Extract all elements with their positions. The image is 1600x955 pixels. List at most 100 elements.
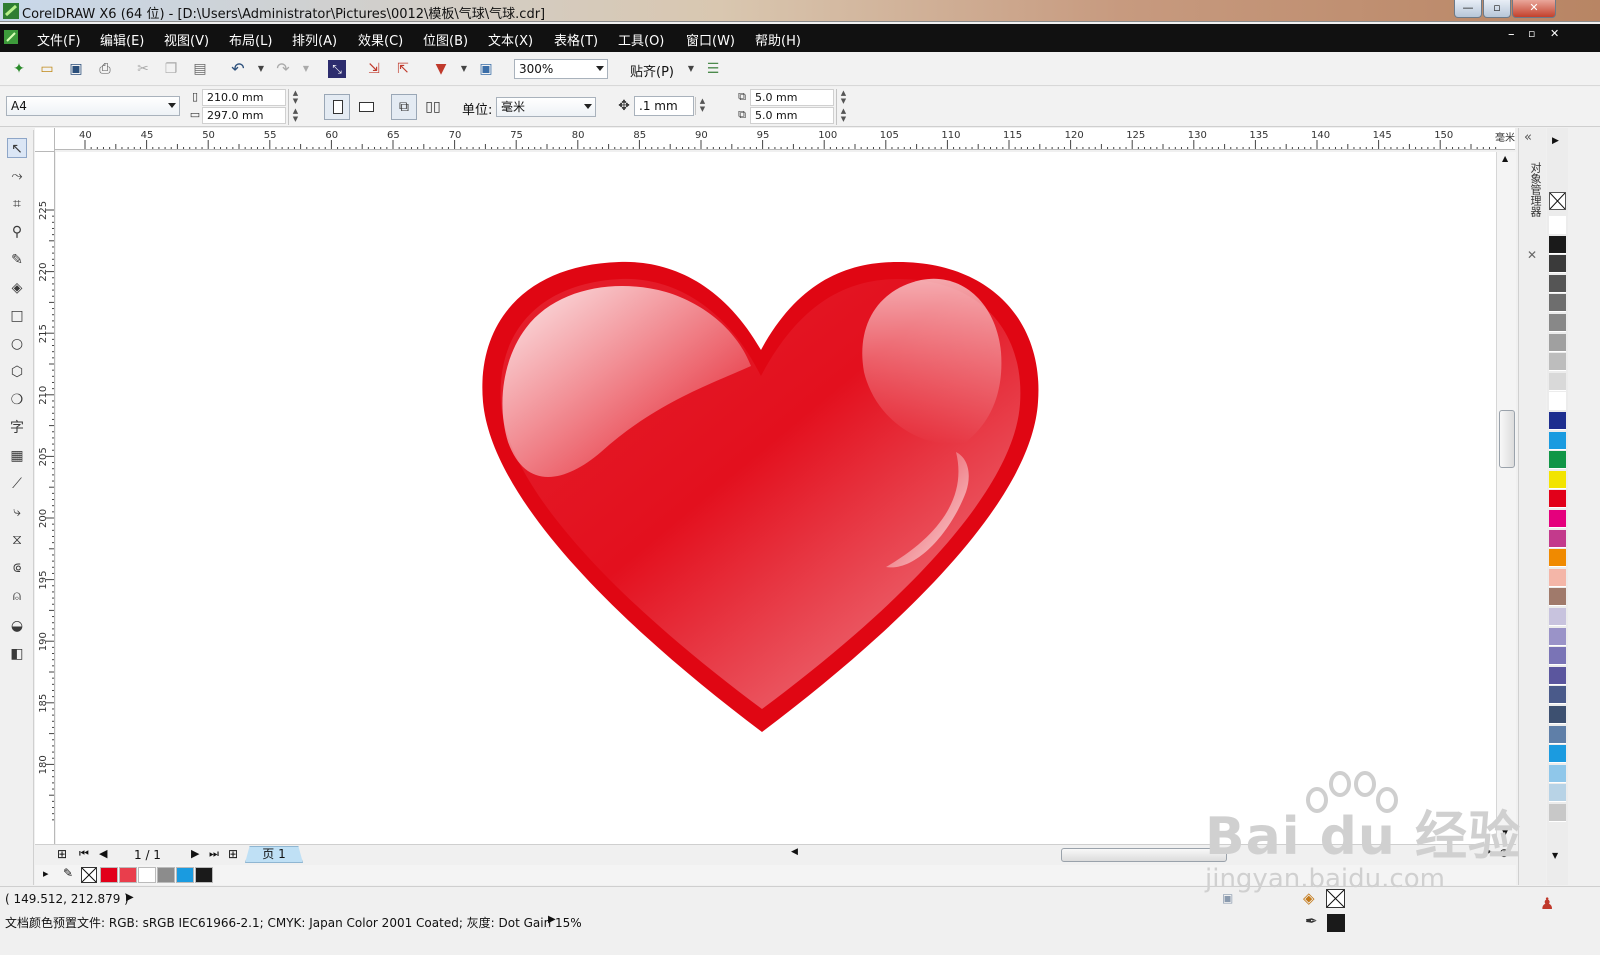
zoom-level-select[interactable]: 300%: [514, 59, 608, 79]
shape-tool-icon[interactable]: ⤳: [7, 166, 27, 186]
palette-scroll-right-icon[interactable]: ▶: [1552, 136, 1559, 146]
freehand-tool-icon[interactable]: ✎: [7, 250, 27, 270]
current-page-icon[interactable]: ▯▯: [424, 98, 442, 116]
redo-icon[interactable]: ↷: [274, 60, 292, 78]
redo-dropdown-icon[interactable]: ▼: [297, 60, 315, 78]
menu-window[interactable]: 窗口(W): [686, 30, 735, 49]
basic-shapes-tool-icon[interactable]: ❍: [7, 390, 27, 410]
menu-file[interactable]: 文件(F): [37, 30, 81, 49]
zoom-tool-icon[interactable]: ⚲: [7, 222, 27, 242]
collapse-docker-icon[interactable]: «: [1524, 130, 1532, 145]
snap-to-button[interactable]: 贴齐(P): [630, 61, 674, 80]
color-profile-info[interactable]: 文档颜色预置文件: RGB: sRGB IEC61966-2.1; CMYK: …: [5, 914, 582, 931]
document-palette-swatch[interactable]: [100, 867, 118, 883]
vertical-ruler[interactable]: 225 220 215 210 205 200 195 190 185 180: [35, 152, 55, 844]
cut-icon[interactable]: ✂: [134, 60, 152, 78]
units-select[interactable]: 毫米: [496, 97, 596, 117]
palette-swatch[interactable]: [1549, 431, 1566, 450]
menu-table[interactable]: 表格(T): [554, 30, 598, 49]
menu-edit[interactable]: 编辑(E): [100, 30, 144, 49]
search-content-icon[interactable]: ⤡: [328, 60, 346, 78]
palette-swatch[interactable]: [1549, 216, 1566, 234]
application-launcher-icon[interactable]: ▼: [432, 60, 450, 78]
palette-swatch[interactable]: [1549, 353, 1566, 372]
last-page-icon[interactable]: ⏭: [209, 847, 219, 861]
first-page-icon[interactable]: ⏮: [79, 847, 89, 861]
palette-swatch[interactable]: [1549, 333, 1566, 352]
duplicate-y-spinner[interactable]: ▲ ▼: [836, 107, 850, 125]
page-height-field[interactable]: 297.0 mm: [202, 107, 286, 124]
menu-tools[interactable]: 工具(O): [618, 30, 664, 49]
open-folder-icon[interactable]: ▭: [38, 60, 56, 78]
vertical-scroll-thumb[interactable]: [1499, 410, 1515, 468]
paste-icon[interactable]: ▤: [191, 60, 209, 78]
palette-swatch[interactable]: [1549, 627, 1566, 646]
add-page-after-icon[interactable]: ⊞: [228, 847, 238, 861]
document-palette-swatch[interactable]: [195, 867, 213, 883]
undo-dropdown-icon[interactable]: ▼: [252, 60, 270, 78]
pick-tool-icon[interactable]: ↖: [7, 138, 27, 158]
object-manager-tab[interactable]: 对象管理器: [1527, 162, 1543, 217]
palette-swatch[interactable]: [1549, 588, 1566, 607]
palette-swatch[interactable]: [1549, 784, 1566, 803]
outline-color-swatch[interactable]: [1327, 914, 1345, 932]
table-tool-icon[interactable]: ▦: [7, 446, 27, 466]
scroll-up-icon[interactable]: ▲: [1502, 154, 1508, 163]
document-palette-menu-icon[interactable]: ▸: [43, 867, 49, 880]
text-tool-icon[interactable]: 字: [7, 418, 27, 438]
coordinates-expand-icon[interactable]: ▶: [126, 892, 134, 903]
doc-no-color-swatch[interactable]: [81, 867, 97, 883]
crop-tool-icon[interactable]: ⌗: [7, 194, 27, 214]
palette-swatch[interactable]: [1549, 274, 1566, 293]
launcher-dropdown-icon[interactable]: ▼: [455, 60, 473, 78]
page-tab-1[interactable]: 页 1: [245, 846, 303, 863]
page-height-spinner[interactable]: ▲ ▼: [288, 107, 302, 125]
palette-swatch[interactable]: [1549, 549, 1566, 568]
outline-pen-tool-icon[interactable]: ⍝: [7, 586, 27, 606]
nudge-spinner[interactable]: ▲ ▼: [695, 97, 709, 115]
document-palette-swatch[interactable]: [176, 867, 194, 883]
menu-text[interactable]: 文本(X): [488, 30, 533, 49]
ellipse-tool-icon[interactable]: ○: [7, 334, 27, 354]
hscroll-left-icon[interactable]: ◀: [791, 847, 798, 857]
palette-swatch[interactable]: [1549, 725, 1566, 744]
portrait-button[interactable]: [324, 94, 350, 120]
restore-button[interactable]: ▫: [1483, 0, 1511, 18]
palette-swatch[interactable]: [1549, 314, 1566, 332]
fill-tool-icon[interactable]: ◒: [7, 616, 27, 636]
user-account-icon[interactable]: ♟: [1540, 894, 1554, 913]
menu-bitmaps[interactable]: 位图(B): [423, 30, 468, 49]
no-color-swatch[interactable]: [1549, 192, 1566, 210]
dimension-tool-icon[interactable]: ⟋: [7, 474, 27, 494]
drawing-canvas[interactable]: [56, 152, 1496, 844]
palette-swatch[interactable]: [1549, 294, 1566, 313]
doc-minimize-icon[interactable]: –: [1508, 27, 1515, 42]
duplicate-distance-y-field[interactable]: 5.0 mm: [750, 107, 834, 124]
doc-close-icon[interactable]: ✕: [1550, 27, 1559, 40]
close-button[interactable]: ✕: [1512, 0, 1556, 18]
duplicate-x-spinner[interactable]: ▲ ▼: [836, 89, 850, 107]
outline-indicator-icon[interactable]: ✒: [1305, 912, 1318, 930]
polygon-tool-icon[interactable]: ⬡: [7, 362, 27, 382]
page-width-spinner[interactable]: ▲ ▼: [288, 89, 302, 107]
blend-tool-icon[interactable]: ⧖: [7, 530, 27, 550]
copy-icon[interactable]: ❐: [162, 60, 180, 78]
landscape-button[interactable]: [354, 94, 380, 120]
menu-help[interactable]: 帮助(H): [755, 30, 801, 49]
export-icon[interactable]: ⇱: [394, 60, 412, 78]
prev-page-icon[interactable]: ◀: [99, 847, 107, 860]
palette-swatch[interactable]: [1549, 608, 1566, 626]
color-profile-expand-icon[interactable]: ▶: [548, 914, 556, 925]
palette-swatch[interactable]: [1549, 255, 1566, 274]
interactive-fill-tool-icon[interactable]: ◧: [7, 644, 27, 664]
horizontal-ruler[interactable]: 40 45 50 55 60 65 70 75 80 85 90 95 100 105 110 115 120 1…: [55, 128, 1515, 150]
palette-swatch[interactable]: [1549, 745, 1566, 764]
palette-swatch[interactable]: [1549, 706, 1566, 724]
nudge-distance-field[interactable]: .1 mm: [634, 96, 694, 116]
minimize-button[interactable]: —: [1454, 0, 1482, 18]
palette-swatch[interactable]: [1549, 412, 1566, 430]
palette-swatch[interactable]: [1549, 372, 1566, 391]
app-menu-icon[interactable]: [4, 30, 18, 44]
page-size-select[interactable]: A4: [6, 96, 180, 116]
welcome-screen-icon[interactable]: ▣: [477, 60, 495, 78]
